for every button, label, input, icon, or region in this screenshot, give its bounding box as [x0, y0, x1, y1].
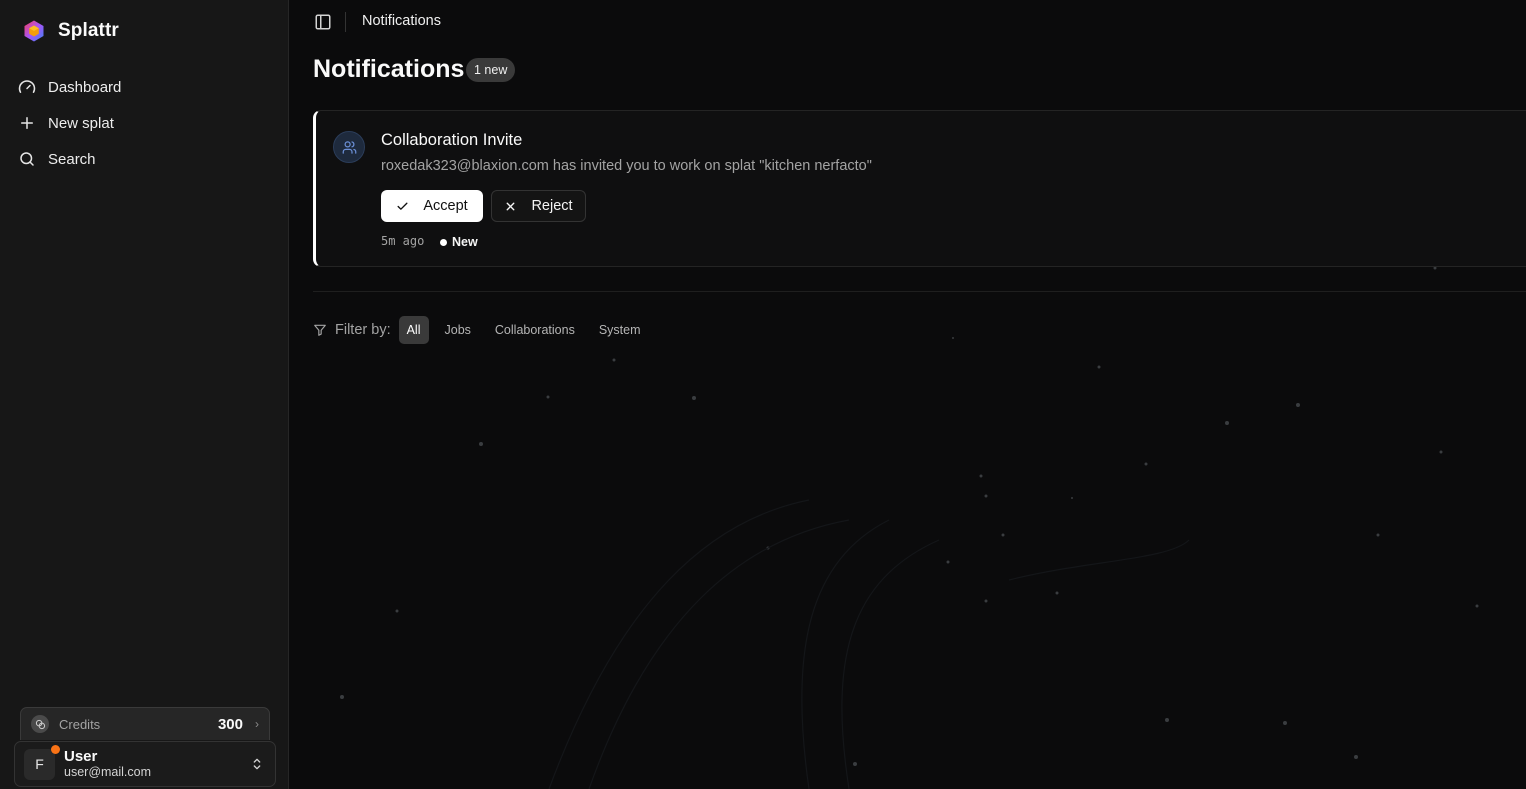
reject-label: Reject	[531, 198, 573, 214]
notification-title: Collaboration Invite	[381, 131, 523, 149]
sidebar-item-dashboard[interactable]: Dashboard	[10, 69, 278, 105]
sidebar-nav: Dashboard New splat Search	[10, 69, 278, 177]
notification-body: roxedak323@blaxion.com has invited you t…	[381, 158, 872, 174]
sidebar-item-search[interactable]: Search	[10, 141, 278, 177]
sidebar-item-new-splat[interactable]: New splat	[10, 105, 278, 141]
accept-label: Accept	[423, 198, 468, 214]
sidebar-item-label: Search	[48, 150, 96, 168]
chevron-right-icon: ›	[255, 717, 259, 731]
user-info: User user@mail.com	[64, 748, 249, 780]
accept-button[interactable]: Accept	[381, 190, 483, 222]
reject-button[interactable]: Reject	[491, 190, 586, 222]
notification-time: 5m ago	[381, 234, 425, 248]
coins-icon	[31, 715, 49, 733]
status-dot	[440, 238, 447, 246]
filter-label: Filter by:	[335, 322, 391, 338]
avatar: F	[24, 744, 60, 780]
section-divider	[313, 291, 1526, 292]
sidebar-item-label: New splat	[48, 114, 114, 132]
filter-bar: Filter by: All Jobs Collaborations Syste…	[313, 316, 657, 344]
user-email: user@mail.com	[64, 765, 152, 780]
user-menu[interactable]: F User user@mail.com	[14, 741, 276, 787]
status-label: New	[452, 235, 478, 249]
hexagon-logo-icon	[24, 20, 44, 42]
main-content: Notifications Notifications 1 new Collab…	[289, 0, 1526, 789]
credits-button[interactable]: Credits 300 ›	[20, 707, 270, 740]
filter-collaborations[interactable]: Collaborations	[487, 316, 583, 344]
brand[interactable]: Splattr	[22, 19, 119, 43]
page-title: Notifications	[313, 55, 465, 83]
credits-label: Credits	[59, 716, 101, 732]
brand-name: Splattr	[58, 20, 119, 41]
filter-jobs[interactable]: Jobs	[437, 316, 479, 344]
close-icon	[507, 202, 515, 210]
new-count-badge: 1 new	[466, 58, 516, 82]
breadcrumb: Notifications	[362, 13, 441, 29]
search-icon	[20, 152, 34, 166]
sidebar-item-label: Dashboard	[48, 78, 122, 96]
users-icon	[333, 131, 365, 163]
app-root: Splattr Dashboard New splat Search Credi…	[0, 0, 1526, 789]
topbar: Notifications	[289, 0, 1526, 44]
sidebar-toggle-icon[interactable]	[314, 13, 332, 31]
gauge-icon	[18, 80, 36, 93]
check-icon	[397, 202, 408, 210]
topbar-divider	[345, 12, 346, 32]
chevrons-up-down-icon	[253, 758, 261, 770]
avatar-initial: F	[35, 756, 44, 772]
status-dot	[51, 744, 60, 754]
filter-icon	[314, 324, 326, 336]
plus-icon	[21, 117, 33, 129]
filter-system[interactable]: System	[591, 316, 649, 344]
status-badge: New	[440, 235, 478, 249]
filter-all[interactable]: All	[398, 316, 429, 344]
credits-value: 300	[217, 715, 243, 733]
user-name: User	[64, 748, 98, 766]
notification-card: Collaboration Invite roxedak323@blaxion.…	[313, 110, 1526, 267]
sidebar: Splattr Dashboard New splat Search Credi…	[0, 0, 289, 789]
